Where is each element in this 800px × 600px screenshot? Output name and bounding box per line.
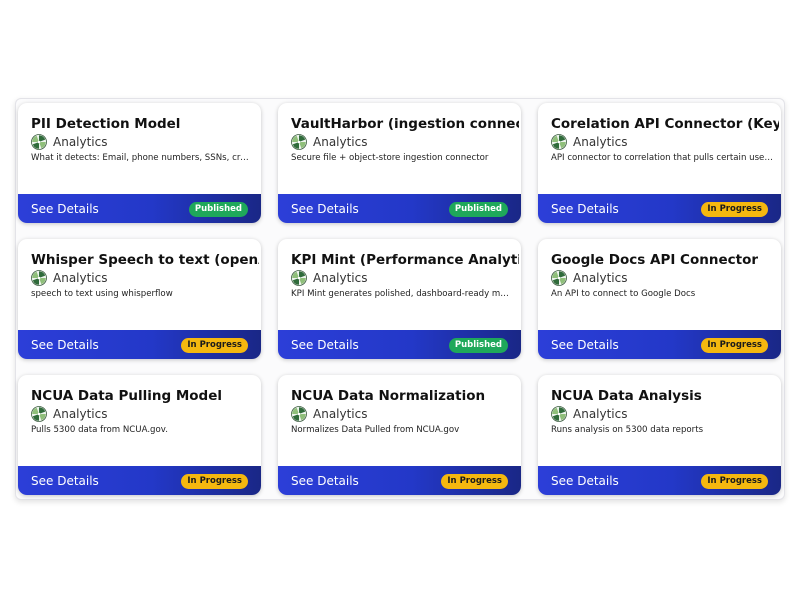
card-title: PII Detection Model	[31, 116, 181, 132]
card-title: NCUA Data Normalization	[291, 388, 486, 404]
analytics-pinwheel-icon	[291, 406, 307, 422]
card-footer: See Details In Progress	[538, 466, 781, 495]
card-description: Secure file + object-store ingestion con…	[291, 153, 489, 163]
card-google-docs-api-connector[interactable]: Google Docs API Connector Analytics An A…	[538, 239, 781, 359]
category-label: Analytics	[573, 271, 628, 285]
card-description: Normalizes Data Pulled from NCUA.gov	[291, 425, 460, 435]
card-title: Whisper Speech to text (openAI API)	[31, 252, 259, 268]
status-badge: In Progress	[701, 474, 768, 489]
status-badge: In Progress	[701, 202, 768, 217]
category-label: Analytics	[573, 135, 628, 149]
see-details-link[interactable]: See Details	[551, 338, 619, 352]
analytics-pinwheel-icon	[291, 270, 307, 286]
card-ncua-data-pulling-model[interactable]: NCUA Data Pulling Model Analytics Pulls …	[18, 375, 261, 495]
see-details-link[interactable]: See Details	[291, 202, 359, 216]
card-ncua-data-normalization[interactable]: NCUA Data Normalization Analytics Normal…	[278, 375, 521, 495]
analytics-pinwheel-icon	[291, 134, 307, 150]
see-details-link[interactable]: See Details	[291, 474, 359, 488]
card-footer: See Details In Progress	[278, 466, 521, 495]
card-kpi-mint[interactable]: KPI Mint (Performance Analytics) Analyti…	[278, 239, 521, 359]
card-footer: See Details In Progress	[538, 194, 781, 223]
card-description: What it detects: Email, phone numbers, S…	[31, 153, 253, 163]
card-category: Analytics	[551, 134, 628, 150]
analytics-pinwheel-icon	[31, 406, 47, 422]
see-details-link[interactable]: See Details	[551, 474, 619, 488]
card-footer: See Details Published	[278, 330, 521, 359]
see-details-link[interactable]: See Details	[31, 338, 99, 352]
card-title: Corelation API Connector (KeyBridge)	[551, 116, 779, 132]
card-footer: See Details Published	[278, 194, 521, 223]
card-footer: See Details Published	[18, 194, 261, 223]
category-label: Analytics	[53, 135, 108, 149]
card-title: NCUA Data Pulling Model	[31, 388, 222, 404]
card-ncua-data-analysis[interactable]: NCUA Data Analysis Analytics Runs analys…	[538, 375, 781, 495]
card-category: Analytics	[291, 406, 368, 422]
analytics-pinwheel-icon	[551, 406, 567, 422]
analytics-pinwheel-icon	[551, 270, 567, 286]
category-label: Analytics	[313, 407, 368, 421]
see-details-link[interactable]: See Details	[551, 202, 619, 216]
see-details-link[interactable]: See Details	[291, 338, 359, 352]
analytics-pinwheel-icon	[551, 134, 567, 150]
status-badge: In Progress	[701, 338, 768, 353]
card-title: NCUA Data Analysis	[551, 388, 702, 404]
card-category: Analytics	[291, 134, 368, 150]
card-vaultharbor[interactable]: VaultHarbor (ingestion connector) Analyt…	[278, 103, 521, 223]
category-label: Analytics	[573, 407, 628, 421]
card-category: Analytics	[31, 134, 108, 150]
card-category: Analytics	[31, 270, 108, 286]
card-footer: See Details In Progress	[538, 330, 781, 359]
category-label: Analytics	[313, 271, 368, 285]
card-grid: PII Detection Model Analytics What it de…	[18, 103, 782, 495]
card-corelation-api-connector[interactable]: Corelation API Connector (KeyBridge) Ana…	[538, 103, 781, 223]
card-description: KPI Mint generates polished, dashboard-r…	[291, 289, 513, 299]
status-badge: In Progress	[181, 338, 248, 353]
card-pii-detection-model[interactable]: PII Detection Model Analytics What it de…	[18, 103, 261, 223]
category-label: Analytics	[53, 407, 108, 421]
category-label: Analytics	[313, 135, 368, 149]
card-footer: See Details In Progress	[18, 466, 261, 495]
status-badge: Published	[448, 202, 508, 217]
card-footer: See Details In Progress	[18, 330, 261, 359]
status-badge: In Progress	[441, 474, 508, 489]
analytics-pinwheel-icon	[31, 134, 47, 150]
see-details-link[interactable]: See Details	[31, 202, 99, 216]
analytics-pinwheel-icon	[31, 270, 47, 286]
card-description: Runs analysis on 5300 data reports	[551, 425, 704, 435]
card-whisper-speech-to-text[interactable]: Whisper Speech to text (openAI API) Anal…	[18, 239, 261, 359]
status-badge: Published	[188, 202, 248, 217]
status-badge: Published	[448, 338, 508, 353]
card-category: Analytics	[291, 270, 368, 286]
card-description: API connector to correlation that pulls …	[551, 153, 773, 163]
card-category: Analytics	[551, 270, 628, 286]
status-badge: In Progress	[181, 474, 248, 489]
card-description: Pulls 5300 data from NCUA.gov.	[31, 425, 168, 435]
card-category: Analytics	[31, 406, 108, 422]
card-title: VaultHarbor (ingestion connector)	[291, 116, 519, 132]
see-details-link[interactable]: See Details	[31, 474, 99, 488]
card-description: speech to text using whisperflow	[31, 289, 173, 299]
card-description: An API to connect to Google Docs	[551, 289, 696, 299]
card-title: KPI Mint (Performance Analytics)	[291, 252, 519, 268]
card-title: Google Docs API Connector	[551, 252, 759, 268]
card-category: Analytics	[551, 406, 628, 422]
category-label: Analytics	[53, 271, 108, 285]
